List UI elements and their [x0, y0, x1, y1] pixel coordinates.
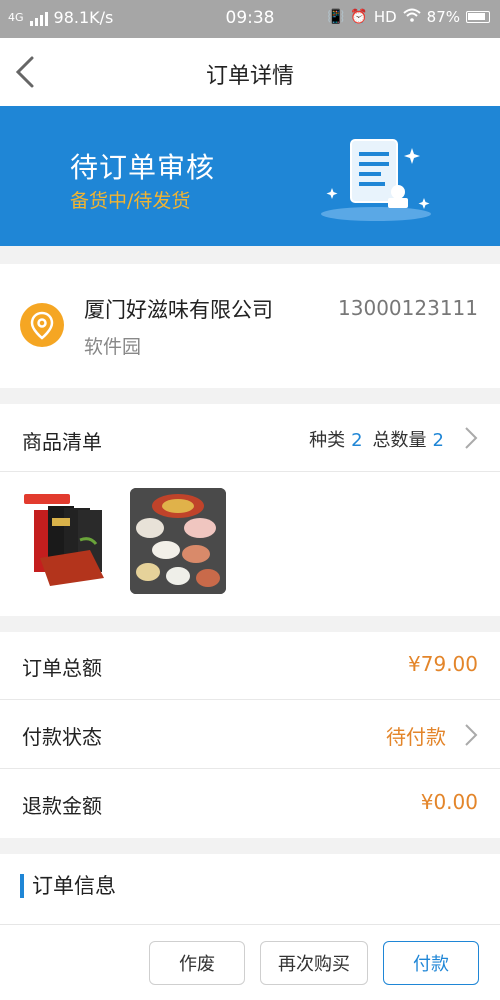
refund-amount-row: 退款金额 ¥0.00	[0, 770, 500, 838]
order-status-banner: 待订单审核 备货中/待发货	[0, 106, 500, 246]
alarm-icon: ⏰	[350, 9, 368, 25]
payment-status-label: 付款状态	[22, 725, 102, 749]
payment-status-row[interactable]: 付款状态 待付款	[0, 701, 500, 769]
goods-list-card: 商品清单 种类 2 总数量 2	[0, 404, 500, 616]
section-accent-bar	[20, 874, 24, 898]
order-info-title: 订单信息	[32, 874, 116, 898]
hotpot-seasoning-image	[20, 488, 116, 594]
goods-types-value: 2	[351, 430, 363, 451]
hd-indicator: HD	[373, 8, 397, 26]
chevron-right-icon	[465, 724, 478, 746]
goods-types-label: 种类	[309, 430, 346, 451]
bottom-action-bar: 作废 再次购买 付款	[0, 924, 500, 1000]
wifi-icon	[402, 8, 421, 26]
chevron-right-icon	[465, 427, 478, 449]
page-title: 订单详情	[205, 64, 294, 89]
order-total-label: 订单总额	[22, 656, 102, 680]
recipient-name: 厦门好滋味有限公司	[84, 298, 273, 322]
vibrate-icon: 📳	[326, 9, 345, 25]
void-order-button[interactable]: 作废	[149, 941, 245, 985]
product-thumbnail[interactable]	[20, 488, 116, 594]
status-bar: 4G 98.1K/s 09:38 📳 ⏰ HD 87%	[0, 0, 500, 38]
rebuy-button[interactable]: 再次购买	[260, 941, 368, 985]
nav-bar: 订单详情	[0, 38, 500, 106]
status-right: 📳 ⏰ HD 87%	[327, 8, 490, 26]
order-status-subtitle: 备货中/待发货	[70, 190, 191, 212]
order-review-icon	[321, 139, 431, 221]
goods-quantity-label: 总数量	[372, 430, 427, 451]
refund-amount-label: 退款金额	[22, 794, 102, 818]
goods-quantity-value: 2	[432, 430, 444, 451]
order-total-value: ¥79.00	[408, 652, 478, 676]
refund-amount-value: ¥0.00	[420, 790, 478, 814]
battery-icon	[466, 11, 490, 23]
goods-stats: 种类 2 总数量 2	[309, 426, 444, 452]
recipient-address: 软件园	[84, 336, 142, 358]
payment-status-value: 待付款	[386, 725, 446, 749]
location-pin-icon	[20, 303, 64, 347]
order-info-section: 订单信息	[0, 854, 500, 924]
goods-list-header[interactable]: 商品清单 种类 2 总数量 2	[0, 404, 500, 472]
order-summary-card: 订单总额 ¥79.00 付款状态 待付款 退款金额 ¥0.00	[0, 632, 500, 838]
product-thumbnail[interactable]	[130, 488, 226, 594]
pay-button[interactable]: 付款	[383, 941, 479, 985]
hotpot-spread-image	[130, 488, 226, 594]
order-total-row: 订单总额 ¥79.00	[0, 632, 500, 700]
order-status-title: 待订单审核	[70, 151, 216, 184]
goods-list-title: 商品清单	[22, 430, 102, 454]
battery-percent: 87%	[426, 8, 460, 26]
recipient-phone: 13000123111	[338, 296, 478, 320]
address-card: 厦门好滋味有限公司 13000123111 软件园	[0, 264, 500, 388]
